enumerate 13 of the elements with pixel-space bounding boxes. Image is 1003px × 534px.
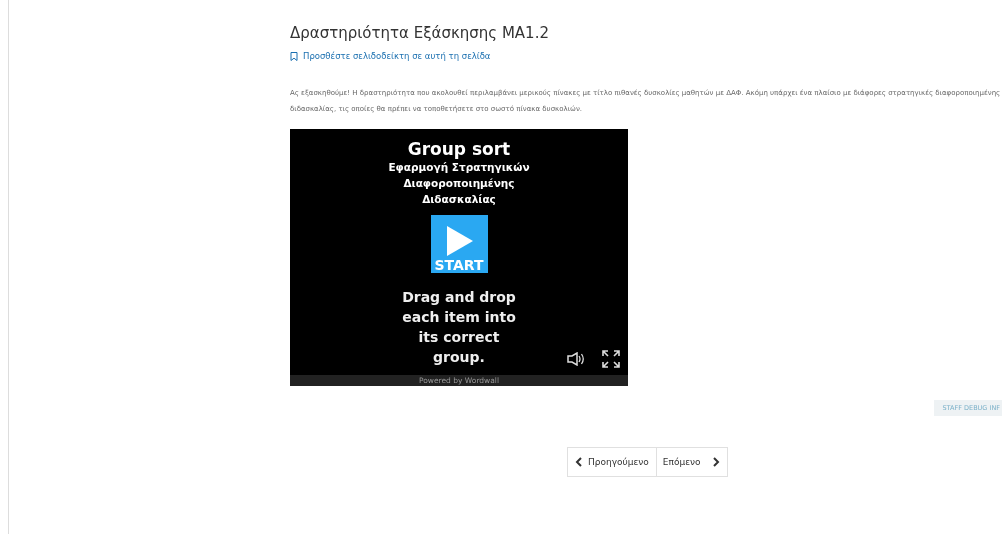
game-subtitle: Εφαρμογή Στρατηγικών Διαφοροποιημένης Διδασκαλίας — [387, 160, 531, 207]
bookmark-link[interactable]: Προσθέστε σελιδοδείκτη σε αυτή τη σελίδα — [290, 51, 491, 61]
fullscreen-icon[interactable] — [602, 350, 620, 368]
game-instructions: Drag and drop each item into its correct group. — [401, 288, 517, 367]
previous-button[interactable]: Προηγούμενο — [567, 447, 657, 477]
page-title: Δραστηριότητα Εξάσκησης ΜΑ1.2 — [290, 24, 549, 42]
play-icon — [445, 226, 473, 256]
speaker-icon[interactable] — [567, 352, 585, 366]
bookmark-icon — [290, 51, 298, 61]
next-button[interactable]: Επόμενο — [656, 447, 728, 477]
game-title: Group sort — [407, 139, 511, 159]
chevron-right-icon — [712, 457, 720, 467]
chevron-left-icon — [575, 457, 582, 467]
